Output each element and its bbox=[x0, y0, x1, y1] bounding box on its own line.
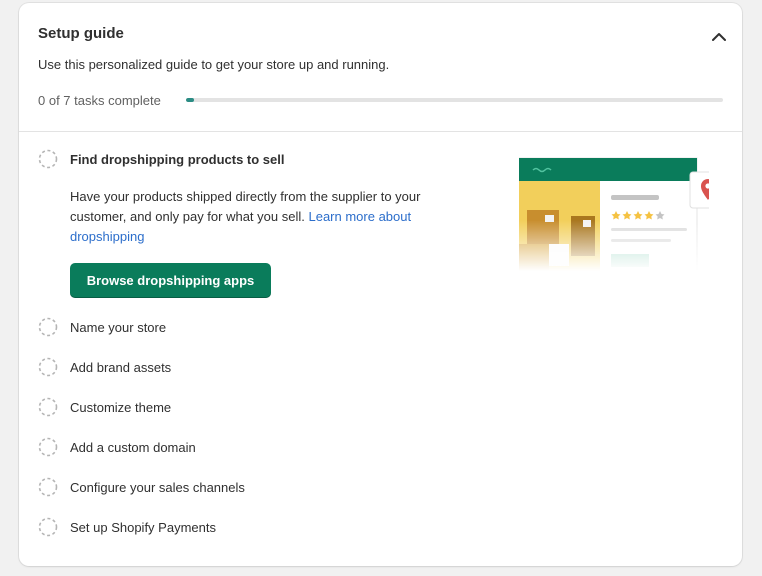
setup-guide-header: Setup guide Use this personalized guide … bbox=[19, 3, 742, 132]
task-customize-theme[interactable]: Customize theme bbox=[38, 397, 171, 417]
collapse-button[interactable] bbox=[708, 25, 730, 47]
task-set-up-shopify-payments[interactable]: Set up Shopify Payments bbox=[38, 517, 216, 537]
setup-guide-subtitle: Use this personalized guide to get your … bbox=[38, 57, 390, 72]
dropshipping-illustration bbox=[519, 157, 709, 271]
chevron-up-icon bbox=[712, 32, 726, 41]
task-name-your-store[interactable]: Name your store bbox=[38, 317, 166, 337]
task-label: Set up Shopify Payments bbox=[70, 519, 216, 535]
task-label: Find dropshipping products to sell bbox=[70, 151, 285, 167]
task-add-custom-domain[interactable]: Add a custom domain bbox=[38, 437, 196, 457]
browse-dropshipping-apps-button[interactable]: Browse dropshipping apps bbox=[70, 263, 271, 298]
incomplete-circle-icon bbox=[38, 397, 58, 417]
task-label: Add brand assets bbox=[70, 359, 172, 375]
incomplete-circle-icon bbox=[38, 477, 58, 497]
progress-bar-fill bbox=[186, 98, 195, 102]
incomplete-circle-icon bbox=[38, 357, 58, 377]
task-label: Configure your sales channels bbox=[70, 479, 245, 495]
setup-guide-title: Setup guide bbox=[38, 25, 124, 42]
task-label: Customize theme bbox=[70, 399, 172, 415]
progress-bar bbox=[186, 98, 723, 102]
incomplete-circle-icon bbox=[38, 437, 58, 457]
task-label: Add a custom domain bbox=[70, 439, 196, 455]
task-description: Have your products shipped directly from… bbox=[70, 187, 470, 247]
incomplete-circle-icon bbox=[38, 317, 58, 337]
progress-text: 0 of 7 tasks complete bbox=[38, 93, 161, 108]
task-configure-sales-channels[interactable]: Configure your sales channels bbox=[38, 477, 245, 497]
task-find-dropshipping-products[interactable]: Find dropshipping products to sell bbox=[38, 149, 285, 169]
incomplete-circle-icon bbox=[38, 517, 58, 537]
task-add-brand-assets[interactable]: Add brand assets bbox=[38, 357, 171, 377]
task-label: Name your store bbox=[70, 319, 167, 335]
setup-guide-card: Setup guide Use this personalized guide … bbox=[19, 3, 742, 566]
incomplete-circle-icon bbox=[38, 149, 58, 169]
